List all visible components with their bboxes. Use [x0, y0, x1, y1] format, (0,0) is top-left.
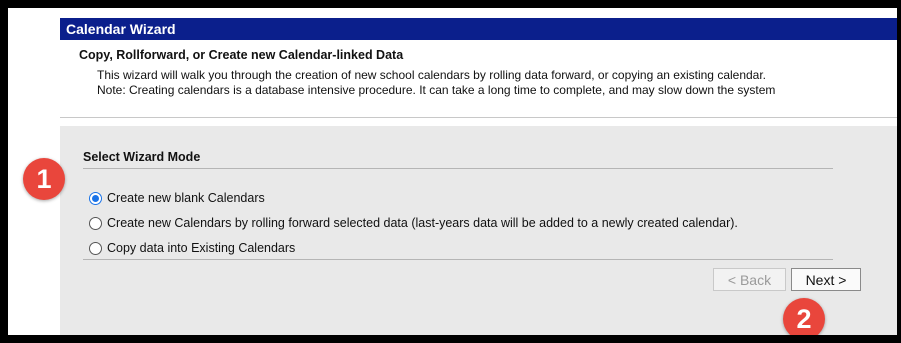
next-button[interactable]: Next >	[791, 268, 861, 291]
option-label: Copy data into Existing Calendars	[107, 241, 296, 255]
callout-step-2: 2	[783, 298, 825, 335]
header-heading: Copy, Rollforward, or Create new Calenda…	[79, 48, 404, 62]
radio-copy-into-existing[interactable]	[89, 241, 102, 255]
wizard-header: Copy, Rollforward, or Create new Calenda…	[60, 40, 897, 118]
option-label: Create new Calendars by rolling forward …	[107, 216, 738, 230]
back-button[interactable]: < Back	[713, 268, 786, 291]
callout-step-1: 1	[23, 158, 65, 200]
radio-create-blank-calendars[interactable]	[89, 191, 102, 205]
option-copy-into-existing[interactable]: Copy data into Existing Calendars	[89, 239, 295, 257]
section-divider-bottom	[83, 259, 833, 260]
option-create-blank-calendars[interactable]: Create new blank Calendars	[89, 189, 265, 207]
window-title: Calendar Wizard	[60, 18, 897, 40]
wizard-mode-panel: Select Wizard Mode Create new blank Cale…	[60, 126, 897, 335]
option-label: Create new blank Calendars	[107, 191, 265, 205]
header-description-line2: Note: Creating calendars is a database i…	[97, 83, 776, 97]
radio-rollforward-calendars[interactable]	[89, 216, 102, 230]
section-divider-top	[83, 168, 833, 169]
section-title: Select Wizard Mode	[83, 150, 201, 164]
header-description-line1: This wizard will walk you through the cr…	[97, 68, 767, 82]
wizard-frame: Calendar Wizard Copy, Rollforward, or Cr…	[8, 8, 897, 335]
option-rollforward-calendars[interactable]: Create new Calendars by rolling forward …	[89, 214, 738, 232]
